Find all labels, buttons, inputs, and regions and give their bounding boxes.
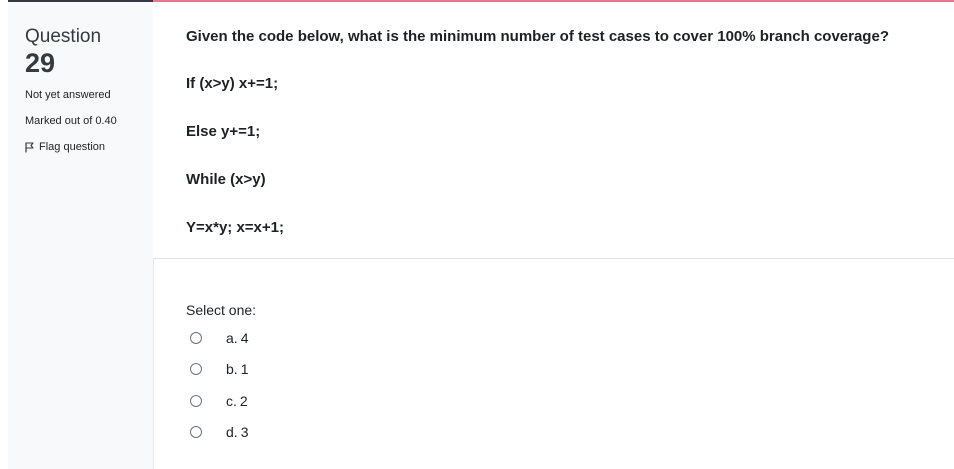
option-letter: a.: [226, 330, 238, 346]
question-label: Question: [25, 26, 102, 47]
question-grade: Marked out of 0.40: [25, 115, 117, 127]
option-text: 1: [240, 361, 249, 377]
radio-button[interactable]: [190, 363, 202, 375]
answer-option-b[interactable]: b. 1: [190, 361, 248, 377]
option-letter: c.: [226, 393, 237, 409]
radio-button[interactable]: [190, 395, 202, 407]
option-letter: d.: [226, 424, 238, 440]
answer-option-c[interactable]: c. 2: [190, 393, 248, 409]
code-line-4: Y=x*y; x=x+1;: [186, 219, 284, 236]
select-one-prompt: Select one:: [186, 302, 257, 318]
answer-block: [153, 259, 954, 469]
flag-icon: [25, 141, 34, 153]
option-letter: b.: [226, 361, 238, 377]
question-content: Given the code below, what is the minimu…: [153, 0, 954, 469]
radio-button[interactable]: [190, 426, 202, 438]
option-text: 4: [240, 330, 249, 346]
answer-option-d[interactable]: d. 3: [190, 424, 248, 440]
code-line-1: If (x>y) x+=1;: [186, 75, 279, 92]
code-line-3: While (x>y): [186, 171, 266, 188]
question-page: Question 29 Not yet answered Marked out …: [0, 0, 954, 469]
question-info-panel: Question 29 Not yet answered Marked out …: [8, 0, 153, 469]
flag-question-link[interactable]: Flag question: [25, 141, 105, 153]
option-text: 2: [239, 393, 248, 409]
radio-button[interactable]: [190, 332, 202, 344]
flag-question-label: Flag question: [39, 141, 106, 153]
code-line-2: Else y+=1;: [186, 123, 261, 140]
answer-option-a[interactable]: a. 4: [190, 330, 248, 346]
option-text: 3: [240, 424, 249, 440]
question-text: Given the code below, what is the minimu…: [186, 28, 889, 45]
question-number: 29: [25, 48, 56, 78]
question-state: Not yet answered: [25, 89, 111, 101]
